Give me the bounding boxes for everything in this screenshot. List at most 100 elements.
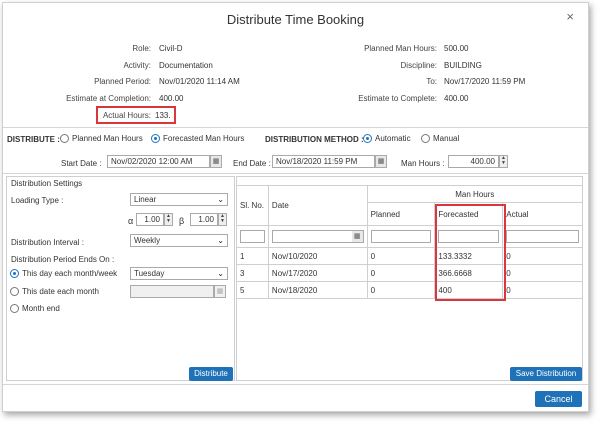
activity-label: Activity: [123,61,151,70]
close-icon[interactable]: × [566,9,574,24]
cell-date: Nov/10/2020 [267,247,368,265]
actual-hours-value: 133. [155,111,171,120]
radio-this-date-each-month[interactable]: This date each month [10,287,99,297]
forecasted-column-highlight [435,204,506,301]
spinner-arrows-icon[interactable]: ▲ ▼ [218,213,227,226]
calendar-icon[interactable]: ▦ [214,285,226,298]
select-value: Weekly [134,236,161,245]
end-date-label: End Date : [233,159,271,168]
start-date-input[interactable]: Nov/02/2020 12:00 AM [107,155,210,168]
save-distribution-button[interactable]: Save Distribution [510,367,582,381]
cancel-button[interactable]: Cancel [535,391,582,407]
col-header-sl-no: Sl. No. [236,185,269,226]
filter-planned-input[interactable] [370,230,432,243]
cell-date: Nov/17/2020 [267,264,368,282]
role-label: Role: [132,44,151,53]
cell-sl-no: 3 [236,264,269,282]
actual-hours-label: Actual Hours: [102,111,151,120]
radio-this-day-each-month-week[interactable]: This day each month/week [10,269,118,279]
planned-period-label: Planned Period: [94,77,151,86]
distribution-interval-label: Distribution Interval : [11,238,84,247]
radio-label: Planned Man Hours [72,134,143,143]
discipline-label: Discipline: [400,61,437,70]
estimate-to-complete-label: Estimate to Complete: [358,94,437,103]
to-label: To: [426,77,437,86]
filter-date-input[interactable]: ▦ [271,230,364,243]
distribute-time-booking-dialog: Distribute Time Booking × Role: Civil-D … [2,2,589,412]
cell-sl-no: 1 [236,247,269,265]
discipline-value: BUILDING [444,61,482,70]
dialog-title: Distribute Time Booking [226,12,365,27]
calendar-icon[interactable]: ▦ [375,155,387,168]
cell-actual: 0 [502,281,583,299]
calendar-icon[interactable]: ▦ [210,155,222,168]
estimate-at-completion-value: 400.00 [159,94,184,103]
cell-date: Nov/18/2020 [267,281,368,299]
divider [3,384,588,385]
to-value: Nov/17/2020 11:59 PM [444,77,526,86]
radio-circle[interactable] [10,304,19,314]
select-value: Linear [134,195,157,204]
table-row[interactable]: 3 Nov/17/2020 0 366.6668 0 [236,264,583,282]
filter-row: ▦ [236,225,583,248]
radio-planned-man-hours[interactable]: Planned Man Hours [60,134,143,144]
radio-circle[interactable] [10,287,19,297]
distribution-method-label: DISTRIBUTION METHOD : [265,135,364,144]
distribution-settings-title: Distribution Settings [11,179,83,188]
loading-type-label: Loading Type : [11,196,64,205]
radio-label: Month end [22,304,60,313]
radio-circle-selected[interactable] [363,134,372,144]
alpha-input[interactable]: 1.00 [136,213,164,226]
radio-label: This day each month/week [22,269,118,278]
distribution-interval-select[interactable]: Weekly ⌄ [130,234,228,247]
chevron-down-icon: ⌄ [217,269,224,278]
distribute-label: DISTRIBUTE : [7,135,60,144]
group-header-man-hours: Man Hours [366,185,584,203]
radio-manual[interactable]: Manual [421,134,459,144]
divider [3,127,588,128]
loading-type-select[interactable]: Linear ⌄ [130,193,228,206]
radio-circle-selected[interactable] [151,134,160,144]
cell-actual: 0 [502,247,583,265]
radio-month-end[interactable]: Month end [10,304,60,314]
date-each-month-input[interactable] [130,285,214,298]
select-value: Tuesday [134,269,165,278]
man-hours-label: Man Hours : [401,159,445,168]
estimate-at-completion-label: Estimate at Completion: [66,94,151,103]
radio-label: This date each month [22,287,99,296]
radio-circle[interactable] [421,134,430,144]
spinner-arrows-icon[interactable]: ▲ ▼ [164,213,173,226]
distribution-table: Sl. No. Date Man Hours Planned Forecaste… [236,185,584,299]
radio-circle[interactable] [60,134,69,144]
cell-actual: 0 [502,264,583,282]
spinner-arrows-icon[interactable]: ▲ ▼ [499,155,508,168]
col-header-date: Date [267,185,368,226]
beta-input[interactable]: 1.00 [190,213,218,226]
man-hours-input[interactable]: 400.00 [448,155,499,168]
table-row[interactable]: 1 Nov/10/2020 0 133.3332 0 [236,247,583,265]
alpha-label: α [128,216,134,226]
filter-actual-input[interactable] [506,230,579,243]
cell-sl-no: 5 [236,281,269,299]
radio-label: Forecasted Man Hours [163,134,245,143]
planned-period-value: Nov/01/2020 11:14 AM [159,77,240,86]
radio-label: Automatic [375,134,411,143]
table-row[interactable]: 5 Nov/18/2020 0 400 0 [236,281,583,299]
radio-circle-selected[interactable] [10,269,19,279]
estimate-to-complete-value: 400.00 [444,94,469,103]
planned-man-hours-value: 500.00 [444,44,469,53]
period-ends-label: Distribution Period Ends On : [11,255,115,264]
col-header-actual: Actual [502,202,583,226]
radio-automatic[interactable]: Automatic [363,134,411,144]
distribute-button[interactable]: Distribute [189,367,233,381]
day-select[interactable]: Tuesday ⌄ [130,267,228,280]
start-date-label: Start Date : [61,159,102,168]
cell-planned: 0 [366,281,436,299]
filter-sl-no-input[interactable] [240,230,265,243]
radio-forecasted-man-hours[interactable]: Forecasted Man Hours [151,134,245,144]
col-header-planned: Planned [366,202,436,226]
activity-value: Documentation [159,61,213,70]
calendar-icon[interactable]: ▦ [351,231,363,242]
cell-planned: 0 [366,247,436,265]
end-date-input[interactable]: Nov/18/2020 11:59 PM [272,155,375,168]
